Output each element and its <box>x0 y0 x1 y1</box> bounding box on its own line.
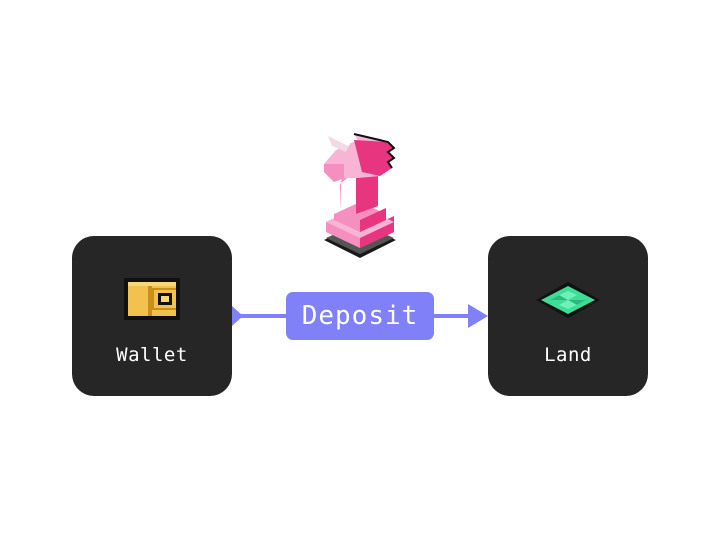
land-tile-icon <box>536 282 600 318</box>
target-arrow-head <box>468 304 488 328</box>
land-node[interactable]: Land <box>488 236 648 396</box>
deposit-button[interactable]: Deposit <box>286 292 434 340</box>
wallet-icon <box>124 278 180 320</box>
pink-unicorn-knight-icon <box>324 133 396 258</box>
connector-line-left <box>232 314 288 318</box>
land-label: Land <box>544 344 592 366</box>
connector-line-right <box>432 314 472 318</box>
wallet-node[interactable]: Wallet <box>72 236 232 396</box>
wallet-label: Wallet <box>116 344 188 366</box>
